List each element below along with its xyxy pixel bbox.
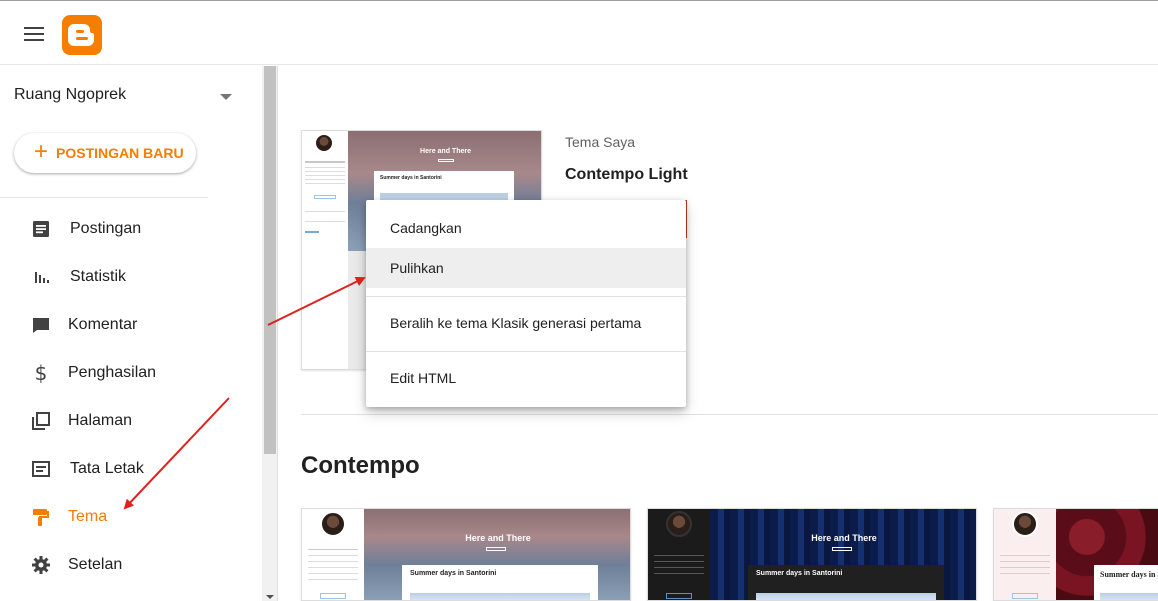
thumb-post-title: Summer days in Santorini — [756, 570, 843, 577]
scrollbar-thumb[interactable] — [264, 66, 276, 454]
sidebar: Ruang Ngoprek + POSTINGAN BARU Postingan… — [0, 66, 262, 601]
gear-icon — [30, 554, 52, 576]
pages-icon — [30, 410, 52, 432]
sidebar-item-label: Penghasilan — [68, 364, 157, 381]
menu-item-switch-classic[interactable]: Beralih ke tema Klasik generasi pertama — [366, 303, 686, 343]
new-post-button[interactable]: + POSTINGAN BARU — [14, 133, 196, 173]
thumb-post-card: Summer days in Santorini — [402, 565, 598, 600]
stats-icon — [30, 266, 52, 288]
author-avatar — [314, 133, 334, 153]
thumb-sidebar — [994, 509, 1056, 600]
paint-roller-icon — [30, 506, 52, 528]
menu-divider — [366, 351, 686, 352]
thumb-post-title: Summer days in Santorini — [380, 175, 442, 181]
hamburger-menu-icon[interactable] — [24, 27, 44, 41]
thumb-post-title: Summer days in Santorini — [410, 570, 497, 577]
sidebar-item-statistik[interactable]: Statistik — [0, 255, 262, 299]
layout-icon — [30, 458, 52, 480]
dollar-icon: $ — [34, 361, 48, 385]
author-avatar — [320, 511, 346, 537]
theme-thumb-contempo-rose[interactable]: Summer days in Santorini — [993, 508, 1158, 601]
theme-options-menu: Cadangkan Pulihkan Beralih ke tema Klasi… — [366, 200, 686, 407]
my-theme-label: Tema Saya — [565, 134, 636, 150]
current-theme-name: Contempo Light — [565, 166, 688, 183]
thumb-post-title: Summer days in Santorini — [1100, 570, 1158, 579]
app-header — [0, 1, 1158, 65]
sidebar-item-label: Halaman — [68, 412, 133, 429]
thumb-blog-title: Here and There — [811, 533, 877, 543]
theme-thumb-contempo-dark[interactable]: Here and There Summer days in Santorini — [647, 508, 977, 601]
thumb-sidebar — [302, 509, 364, 600]
scroll-down-icon[interactable] — [266, 595, 274, 599]
plus-icon: + — [34, 138, 49, 165]
thumb-sidebar — [302, 131, 348, 369]
sidebar-item-setelan[interactable]: Setelan — [0, 543, 262, 587]
sidebar-item-penghasilan[interactable]: $ Penghasilan — [0, 351, 262, 395]
blogger-logo-icon[interactable] — [62, 15, 102, 55]
thumb-post-card: Summer days in Santorini — [1094, 565, 1158, 600]
theme-thumb-contempo-light[interactable]: Here and There Summer days in Santorini — [301, 508, 631, 601]
sidebar-item-label: Komentar — [68, 316, 138, 333]
sidebar-item-tema[interactable]: Tema — [0, 495, 262, 539]
sidebar-divider — [0, 197, 208, 198]
menu-item-pulihkan[interactable]: Pulihkan — [366, 248, 686, 288]
sidebar-scrollbar[interactable] — [262, 66, 278, 601]
comment-icon — [30, 314, 52, 336]
sidebar-item-postingan[interactable]: Postingan — [0, 207, 262, 251]
sidebar-item-label: Statistik — [70, 268, 127, 285]
gallery-title: Contempo — [301, 452, 420, 479]
sidebar-item-label: Tata Letak — [70, 460, 144, 477]
thumb-sidebar — [648, 509, 710, 600]
menu-divider — [366, 296, 686, 297]
sidebar-item-label: Setelan — [68, 556, 123, 573]
sidebar-item-tata-letak[interactable]: Tata Letak — [0, 447, 262, 491]
posts-icon — [30, 218, 52, 240]
thumb-post-card: Summer days in Santorini — [748, 565, 944, 600]
caret-down-icon — [220, 94, 232, 100]
author-avatar — [666, 511, 692, 537]
menu-item-cadangkan[interactable]: Cadangkan — [366, 208, 686, 248]
sidebar-item-halaman[interactable]: Halaman — [0, 399, 262, 443]
author-avatar — [1012, 511, 1038, 537]
blog-selector[interactable]: Ruang Ngoprek — [14, 86, 234, 108]
blog-name: Ruang Ngoprek — [14, 86, 127, 103]
sidebar-item-label: Postingan — [70, 220, 142, 237]
section-divider — [301, 414, 1158, 415]
sidebar-item-komentar[interactable]: Komentar — [0, 303, 262, 347]
new-post-label: POSTINGAN BARU — [56, 145, 184, 161]
sidebar-item-label: Tema — [68, 508, 108, 525]
menu-item-edit-html[interactable]: Edit HTML — [366, 358, 686, 398]
thumb-blog-title: Here and There — [420, 148, 471, 155]
thumb-blog-title: Here and There — [465, 533, 531, 543]
